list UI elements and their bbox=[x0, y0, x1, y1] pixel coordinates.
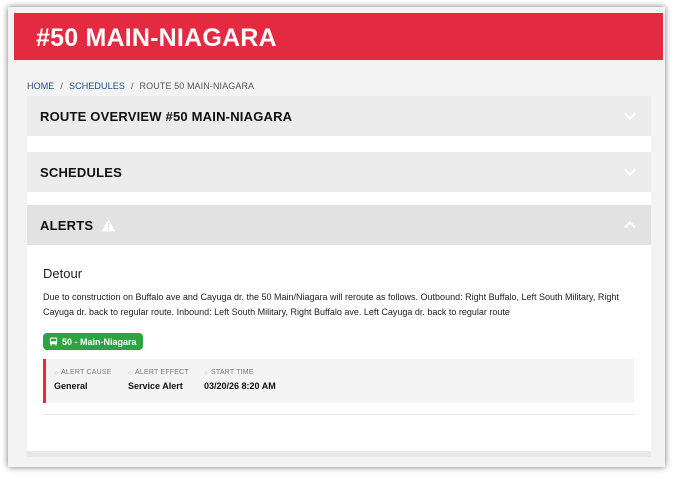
next-section-edge bbox=[27, 451, 651, 457]
breadcrumb-current: ROUTE 50 MAIN-NIAGARA bbox=[139, 81, 255, 91]
route-badge-label: 50 - Main-Niagara bbox=[62, 336, 137, 347]
alert-cause: ALERT CAUSE General bbox=[54, 369, 112, 391]
alert-cause-value: General bbox=[54, 381, 88, 391]
dot-icon bbox=[54, 370, 58, 375]
accordion-schedules-label: SCHEDULES bbox=[40, 164, 122, 180]
bus-icon bbox=[49, 337, 58, 346]
chevron-up-icon bbox=[624, 220, 636, 229]
alert-start-time: START TIME 03/20/26 8:20 AM bbox=[204, 369, 276, 391]
accordion-route-overview[interactable]: ROUTE OVERVIEW #50 MAIN-NIAGARA bbox=[27, 96, 651, 136]
accordion-alerts-label: ALERTS bbox=[40, 217, 94, 233]
route-panel: ROUTE OVERVIEW #50 MAIN-NIAGARA SCHEDULE… bbox=[27, 96, 651, 451]
dot-icon bbox=[204, 370, 208, 375]
alert-cause-label: ALERT CAUSE bbox=[61, 369, 112, 376]
breadcrumb-schedules-link[interactable]: SCHEDULES bbox=[69, 81, 125, 91]
dot-icon bbox=[128, 370, 132, 375]
alert-description: Due to construction on Buffalo ave and C… bbox=[43, 292, 619, 317]
route-badge[interactable]: 50 - Main-Niagara bbox=[43, 333, 143, 350]
alert-effect-label: ALERT EFFECT bbox=[135, 369, 189, 376]
alert-title: Detour bbox=[43, 266, 83, 281]
breadcrumb-separator: / bbox=[60, 81, 64, 91]
chevron-down-icon bbox=[624, 112, 636, 121]
page-header: #50 MAIN-NIAGARA bbox=[14, 13, 663, 60]
accordion-schedules[interactable]: SCHEDULES bbox=[27, 152, 651, 192]
breadcrumb-separator: / bbox=[130, 81, 134, 91]
chevron-down-icon bbox=[624, 168, 636, 177]
accordion-route-overview-label: ROUTE OVERVIEW #50 MAIN-NIAGARA bbox=[40, 108, 293, 124]
alert-start-value: 03/20/26 8:20 AM bbox=[204, 381, 276, 391]
warning-icon bbox=[101, 219, 116, 231]
divider bbox=[43, 414, 634, 415]
breadcrumb-home-link[interactable]: HOME bbox=[27, 81, 54, 91]
alert-details: ALERT CAUSE General ALERT EFFECT Service… bbox=[43, 359, 634, 403]
breadcrumb: HOME / SCHEDULES / ROUTE 50 MAIN-NIAGARA bbox=[27, 81, 254, 91]
alert-start-label: START TIME bbox=[211, 369, 254, 376]
page-frame: #50 MAIN-NIAGARA HOME / SCHEDULES / ROUT… bbox=[8, 7, 665, 467]
alert-effect-value: Service Alert bbox=[128, 381, 183, 391]
accordion-alerts[interactable]: ALERTS bbox=[27, 205, 651, 245]
page-title: #50 MAIN-NIAGARA bbox=[36, 24, 277, 52]
alert-effect: ALERT EFFECT Service Alert bbox=[128, 369, 189, 391]
